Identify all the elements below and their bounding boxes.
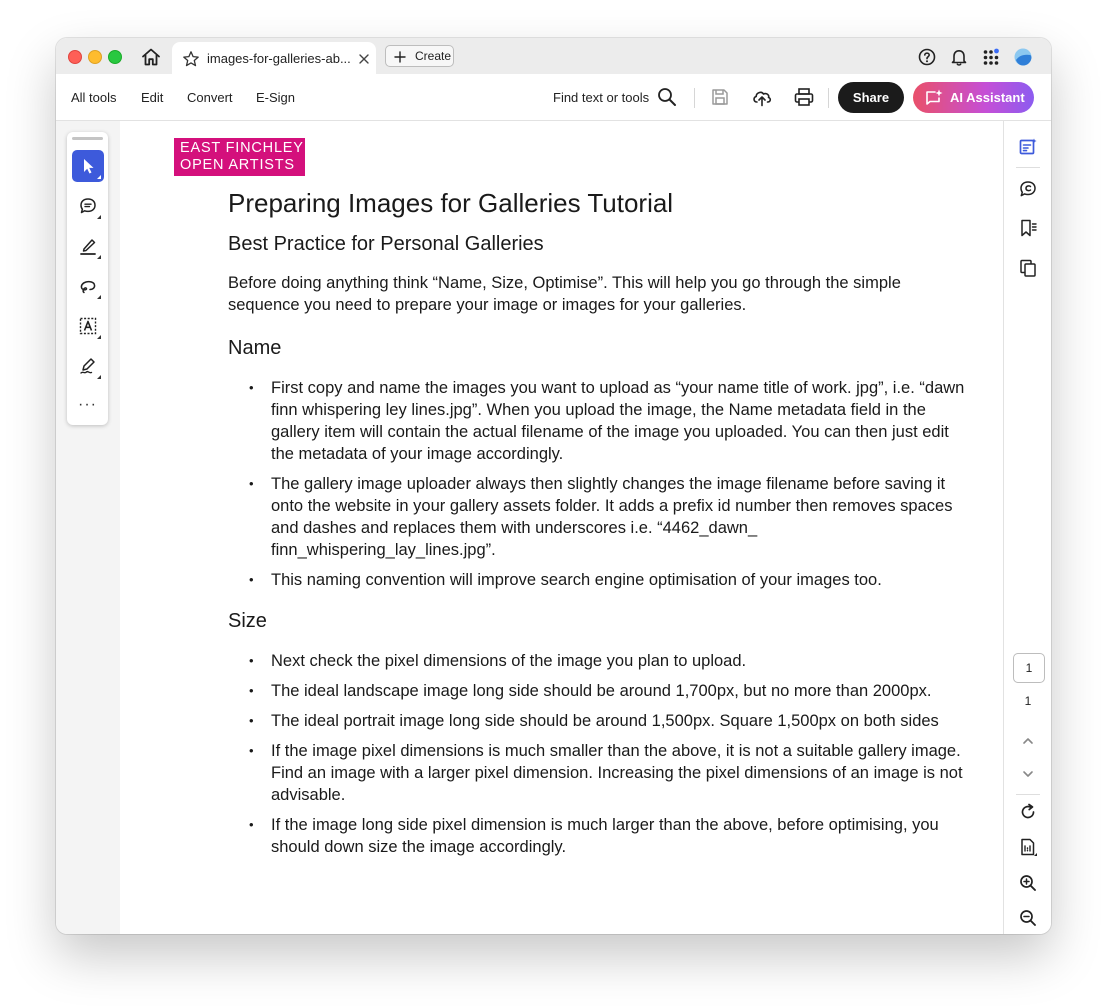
close-tab-icon[interactable] bbox=[358, 52, 370, 64]
comments-panel-icon[interactable] bbox=[1018, 179, 1038, 199]
document-content: Preparing Images for Galleries Tutorial … bbox=[228, 188, 973, 877]
menu-edit[interactable]: Edit bbox=[141, 90, 163, 105]
logo-line-1: EAST FINCHLEY bbox=[180, 140, 304, 156]
section-heading-size: Size bbox=[228, 610, 267, 632]
fill-sign-icon bbox=[80, 358, 95, 374]
page-thumbnails-icon[interactable] bbox=[1018, 258, 1038, 278]
plus-icon bbox=[394, 50, 406, 63]
menu-e-sign[interactable]: E-Sign bbox=[256, 90, 295, 105]
list-item: The gallery image uploader always then s… bbox=[249, 473, 973, 561]
draw-freeform-icon bbox=[80, 280, 96, 294]
bookmarks-icon[interactable] bbox=[1018, 218, 1038, 238]
toolbar-divider bbox=[694, 88, 695, 108]
title-bar: images-for-galleries-ab... Create bbox=[56, 38, 1051, 75]
tool-menu-corner bbox=[97, 295, 101, 299]
draw-tool[interactable] bbox=[72, 270, 104, 302]
name-bullet-list: First copy and name the images you want … bbox=[228, 377, 973, 591]
list-item: This naming convention will improve sear… bbox=[249, 569, 973, 591]
highlight-tool[interactable] bbox=[72, 230, 104, 262]
fill-sign-tool[interactable] bbox=[72, 350, 104, 382]
zoom-in-icon[interactable] bbox=[1018, 873, 1038, 893]
search-icon[interactable] bbox=[656, 86, 678, 108]
list-item: If the image pixel dimensions is much sm… bbox=[249, 740, 973, 806]
toolbar-divider bbox=[828, 88, 829, 108]
share-button[interactable]: Share bbox=[838, 82, 904, 113]
ai-assistant-label: AI Assistant bbox=[950, 90, 1025, 105]
close-window-button[interactable] bbox=[68, 50, 82, 64]
chevron-up-icon[interactable] bbox=[1018, 731, 1038, 751]
tool-menu-corner bbox=[97, 175, 101, 179]
tool-menu-corner bbox=[97, 335, 101, 339]
rotate-icon[interactable] bbox=[1018, 802, 1038, 822]
highlight-pen-icon bbox=[80, 239, 96, 255]
save-icon[interactable] bbox=[709, 86, 731, 108]
cloud-upload-icon[interactable] bbox=[751, 86, 773, 108]
total-pages: 1 bbox=[1024, 694, 1032, 708]
help-icon[interactable] bbox=[917, 47, 937, 67]
ai-assistant-icon bbox=[924, 88, 944, 108]
menu-bar: All tools Edit Convert E-Sign Find text … bbox=[56, 74, 1051, 121]
rail-separator bbox=[1016, 167, 1040, 168]
tab-title: images-for-galleries-ab... bbox=[207, 51, 351, 66]
rail-separator bbox=[1016, 794, 1040, 795]
menu-convert[interactable]: Convert bbox=[187, 90, 233, 105]
edit-pdf-icon[interactable] bbox=[1018, 137, 1038, 157]
logo-line-2: OPEN ARTISTS bbox=[180, 157, 295, 173]
intro-paragraph: Before doing anything think “Name, Size,… bbox=[228, 274, 901, 314]
app-window: images-for-galleries-ab... Create All to… bbox=[56, 38, 1051, 934]
apps-grid-icon[interactable] bbox=[981, 47, 1001, 67]
east-finchley-open-artists-logo: EAST FINCHLEY OPEN ARTISTS bbox=[174, 138, 305, 176]
toolbox-drag-handle[interactable] bbox=[72, 137, 103, 140]
section-heading-name: Name bbox=[228, 337, 282, 359]
current-page-input[interactable]: 1 bbox=[1013, 653, 1045, 683]
add-comment-icon bbox=[80, 198, 96, 214]
text-select-icon bbox=[79, 317, 97, 335]
quick-tools-panel: ··· bbox=[67, 132, 108, 425]
text-recognition-tool[interactable] bbox=[72, 310, 104, 342]
user-avatar-icon[interactable] bbox=[1013, 47, 1033, 67]
tool-menu-corner bbox=[97, 255, 101, 259]
zoom-out-icon[interactable] bbox=[1018, 908, 1038, 928]
home-icon[interactable] bbox=[140, 46, 162, 68]
select-cursor-icon bbox=[84, 159, 94, 174]
find-text-or-tools[interactable]: Find text or tools bbox=[553, 90, 649, 105]
ai-assistant-button[interactable]: AI Assistant bbox=[913, 82, 1034, 113]
print-icon[interactable] bbox=[793, 86, 815, 108]
chevron-down-icon[interactable] bbox=[1018, 764, 1038, 784]
notifications-bell-icon[interactable] bbox=[949, 47, 969, 67]
more-tools-icon[interactable]: ··· bbox=[78, 396, 97, 414]
menu-all-tools[interactable]: All tools bbox=[71, 90, 117, 105]
comment-tool[interactable] bbox=[72, 190, 104, 222]
list-item: The ideal landscape image long side shou… bbox=[249, 680, 973, 702]
document-tab[interactable]: images-for-galleries-ab... bbox=[172, 42, 376, 74]
tool-menu-corner bbox=[97, 215, 101, 219]
document-subtitle: Best Practice for Personal Galleries bbox=[228, 233, 544, 255]
fit-page-icon[interactable] bbox=[1018, 837, 1038, 857]
size-bullet-list: Next check the pixel dimensions of the i… bbox=[228, 650, 973, 858]
right-panel-rail: 1 1 bbox=[1003, 121, 1051, 934]
document-title: Preparing Images for Galleries Tutorial bbox=[228, 188, 674, 218]
zoom-window-button[interactable] bbox=[108, 50, 122, 64]
create-button[interactable]: Create bbox=[385, 45, 454, 67]
list-item: The ideal portrait image long side shoul… bbox=[249, 710, 973, 732]
minimize-window-button[interactable] bbox=[88, 50, 102, 64]
list-item: First copy and name the images you want … bbox=[249, 377, 973, 465]
tool-menu-corner bbox=[97, 375, 101, 379]
list-item: If the image long side pixel dimension i… bbox=[249, 814, 973, 858]
select-tool[interactable] bbox=[72, 150, 104, 182]
create-button-label: Create bbox=[415, 49, 452, 63]
star-icon[interactable] bbox=[182, 50, 200, 68]
list-item: Next check the pixel dimensions of the i… bbox=[249, 650, 973, 672]
